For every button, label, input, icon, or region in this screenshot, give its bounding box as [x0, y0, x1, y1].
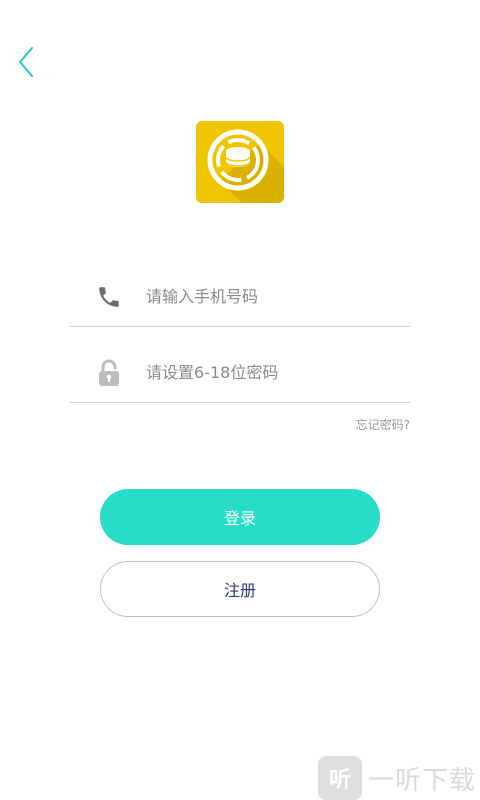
phone-icon [94, 282, 124, 312]
lock-icon [94, 358, 124, 388]
watermark-logo-icon: 听 [318, 756, 362, 800]
chevron-left-icon [19, 47, 33, 77]
login-button[interactable]: 登录 [100, 489, 380, 545]
app-logo [196, 121, 284, 203]
coin-stack-logo-icon [207, 129, 284, 203]
register-button[interactable]: 注册 [100, 561, 380, 617]
back-button[interactable] [16, 42, 56, 82]
phone-input[interactable] [146, 278, 396, 314]
login-screen: 忘记密码? 登录 注册 听 一听下载 [0, 0, 480, 800]
password-field [70, 340, 410, 403]
password-input[interactable] [146, 354, 396, 390]
forgot-password-link[interactable]: 忘记密码? [356, 416, 410, 433]
watermark: 听 一听下载 [318, 756, 476, 800]
watermark-text: 一听下载 [368, 765, 477, 796]
phone-field [70, 264, 410, 327]
